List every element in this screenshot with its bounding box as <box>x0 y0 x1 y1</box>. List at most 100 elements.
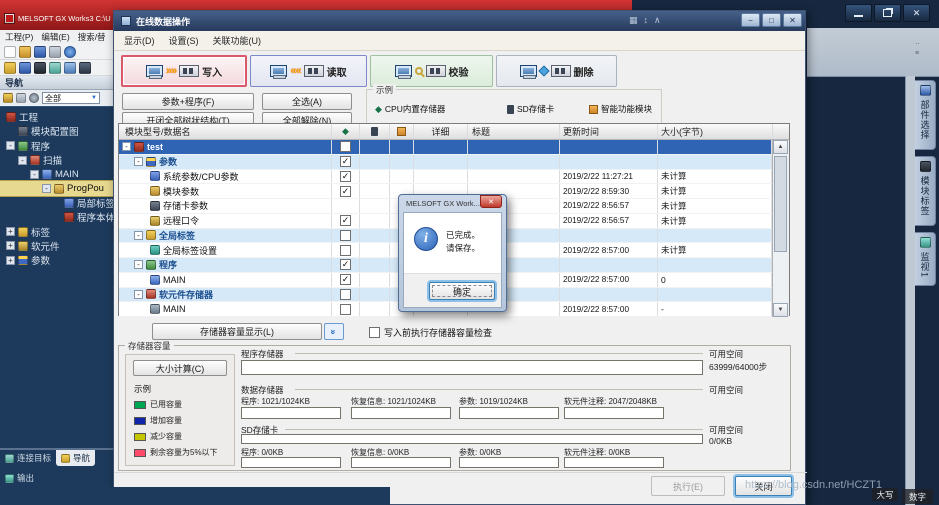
expand-icon[interactable] <box>30 170 39 179</box>
table-row[interactable]: 系统参数/CPU参数 2019/2/22 11:27:21未计算 <box>119 170 772 185</box>
maximize-button[interactable]: □ <box>762 13 781 27</box>
expand-icon[interactable] <box>6 227 15 236</box>
expand-icon[interactable] <box>6 256 15 265</box>
expand-icon[interactable] <box>6 241 15 250</box>
expand-icon[interactable] <box>134 260 143 269</box>
header-updated[interactable]: 更新时间 <box>560 124 658 139</box>
dock-tab-watch-1[interactable]: 监视1 <box>915 232 936 286</box>
tab-read[interactable]: «« 读取 <box>250 55 367 87</box>
table-scrollbar[interactable]: ▲ ▼ <box>772 140 789 317</box>
tree-item-scan[interactable]: 扫描 <box>0 153 113 167</box>
minimize-button[interactable]: − <box>741 13 760 27</box>
header-cpu-memory[interactable]: ◆ <box>332 124 360 139</box>
tree-item-module-config[interactable]: 模块配置图 <box>0 124 113 138</box>
checkbox[interactable] <box>340 171 351 182</box>
tree-view-icon[interactable] <box>4 62 16 74</box>
menu-related-functions[interactable]: 关联功能(U) <box>213 34 262 47</box>
save-icon[interactable] <box>34 46 46 58</box>
print-icon[interactable] <box>49 46 61 58</box>
open-file-icon[interactable] <box>19 46 31 58</box>
restore-button[interactable] <box>874 4 901 22</box>
save-all-icon[interactable] <box>19 62 31 74</box>
expand-icon[interactable] <box>42 184 51 193</box>
checkbox[interactable] <box>340 289 351 300</box>
window-split-icon[interactable] <box>49 62 61 74</box>
tab-connection-target[interactable]: 连接目标 <box>0 450 56 466</box>
tree-item-program-body[interactable]: 程序本体 <box>0 210 113 224</box>
header-size[interactable]: 大小(字节) <box>658 124 773 139</box>
menu-display[interactable]: 显示(D) <box>124 34 155 47</box>
header-detail[interactable]: 详细 <box>414 124 468 139</box>
find-binoculars-icon[interactable] <box>79 62 91 74</box>
checkbox[interactable] <box>340 230 351 241</box>
collapse-tree-icon[interactable] <box>3 93 13 103</box>
resize-icon[interactable]: ↕ <box>644 15 649 26</box>
tree-item-program[interactable]: 程序 <box>0 139 113 153</box>
ok-button[interactable]: 确定 <box>429 282 495 300</box>
expand-icon[interactable] <box>122 142 131 151</box>
checkbox[interactable] <box>340 304 351 315</box>
table-row[interactable]: 参数 <box>119 155 772 170</box>
expand-icon[interactable] <box>134 231 143 240</box>
module-chip-icon[interactable] <box>34 62 46 74</box>
tab-navigation[interactable]: 导航 <box>56 450 95 466</box>
header-intelligent[interactable] <box>390 124 414 139</box>
expand-icon[interactable] <box>6 141 15 150</box>
param-program-button[interactable]: 参数+程序(F) <box>122 93 254 110</box>
tree-item-main[interactable]: MAIN <box>0 167 113 181</box>
checkbox[interactable] <box>340 141 351 152</box>
dock-tab-element-selection[interactable]: 部件选择 <box>915 80 936 150</box>
dock-splitter[interactable] <box>905 76 915 505</box>
tree-item-parameter[interactable]: 参数 <box>0 253 113 267</box>
header-title[interactable]: 标题 <box>468 124 560 139</box>
expand-tree-icon[interactable] <box>16 93 26 103</box>
execute-button[interactable]: 执行(E) <box>651 476 725 496</box>
memory-capacity-display-button[interactable]: 存储器容量显示(L) <box>152 323 322 340</box>
tree-item-device[interactable]: 软元件 <box>0 239 113 253</box>
tab-output[interactable]: 输出 <box>0 470 113 486</box>
minimize-button[interactable] <box>845 4 872 22</box>
menu-edit[interactable]: 编辑(E) <box>41 31 69 43</box>
close-icon[interactable]: ✕ <box>480 195 502 208</box>
select-all-button[interactable]: 全选(A) <box>262 93 352 110</box>
nav-filter-select[interactable]: 全部 ▼ <box>42 92 100 104</box>
scrollbar-thumb[interactable] <box>774 156 787 252</box>
expand-icon[interactable] <box>134 157 143 166</box>
checkbox[interactable] <box>340 274 351 285</box>
dialog-titlebar[interactable]: 在线数据操作 ▦ ↕ ∧ − □ ✕ <box>114 11 805 31</box>
menu-project[interactable]: 工程(P) <box>5 31 33 43</box>
tab-delete[interactable]: 删除 <box>496 55 617 87</box>
expand-icon[interactable] <box>18 156 27 165</box>
header-name[interactable]: 模块型号/数据名 <box>119 124 332 139</box>
tree-item-progpou[interactable]: ProgPou <box>0 181 113 195</box>
expand-icon[interactable] <box>134 290 143 299</box>
tree-item-project[interactable]: 工程 <box>0 110 113 124</box>
new-file-icon[interactable] <box>4 46 16 58</box>
help-icon[interactable] <box>64 46 76 58</box>
close-button[interactable]: ✕ <box>903 4 930 22</box>
window-cascade-icon[interactable] <box>64 62 76 74</box>
menu-settings[interactable]: 设置(S) <box>169 34 199 47</box>
tab-write[interactable]: »» 写入 <box>121 55 247 87</box>
checkbox[interactable] <box>340 215 351 226</box>
tree-item-label[interactable]: 标签 <box>0 224 113 238</box>
chevron-double-down-icon[interactable]: » <box>324 323 344 340</box>
gear-icon[interactable] <box>29 93 39 103</box>
size-calc-button[interactable]: 大小计算(C) <box>133 360 227 376</box>
tree-item-local-label[interactable]: 局部标签 <box>0 196 113 210</box>
checkbox[interactable] <box>340 186 351 197</box>
capacity-check-checkbox[interactable] <box>369 327 380 338</box>
table-row[interactable]: test <box>119 140 772 155</box>
checkbox[interactable] <box>340 259 351 270</box>
scroll-down-icon[interactable]: ▼ <box>773 303 788 317</box>
menu-search[interactable]: 搜索/替 <box>78 31 106 43</box>
checkbox[interactable] <box>340 156 351 167</box>
scroll-up-icon[interactable]: ▲ <box>773 140 788 154</box>
checkbox[interactable] <box>340 245 351 256</box>
collapse-icon[interactable]: ∧ <box>654 15 661 26</box>
header-sd-card[interactable] <box>360 124 390 139</box>
grid-icon[interactable]: ▦ <box>629 15 638 26</box>
tab-verify[interactable]: 校验 <box>370 55 493 87</box>
close-button[interactable]: ✕ <box>783 13 802 27</box>
dock-tab-module-label[interactable]: 模块标签 <box>915 156 936 226</box>
